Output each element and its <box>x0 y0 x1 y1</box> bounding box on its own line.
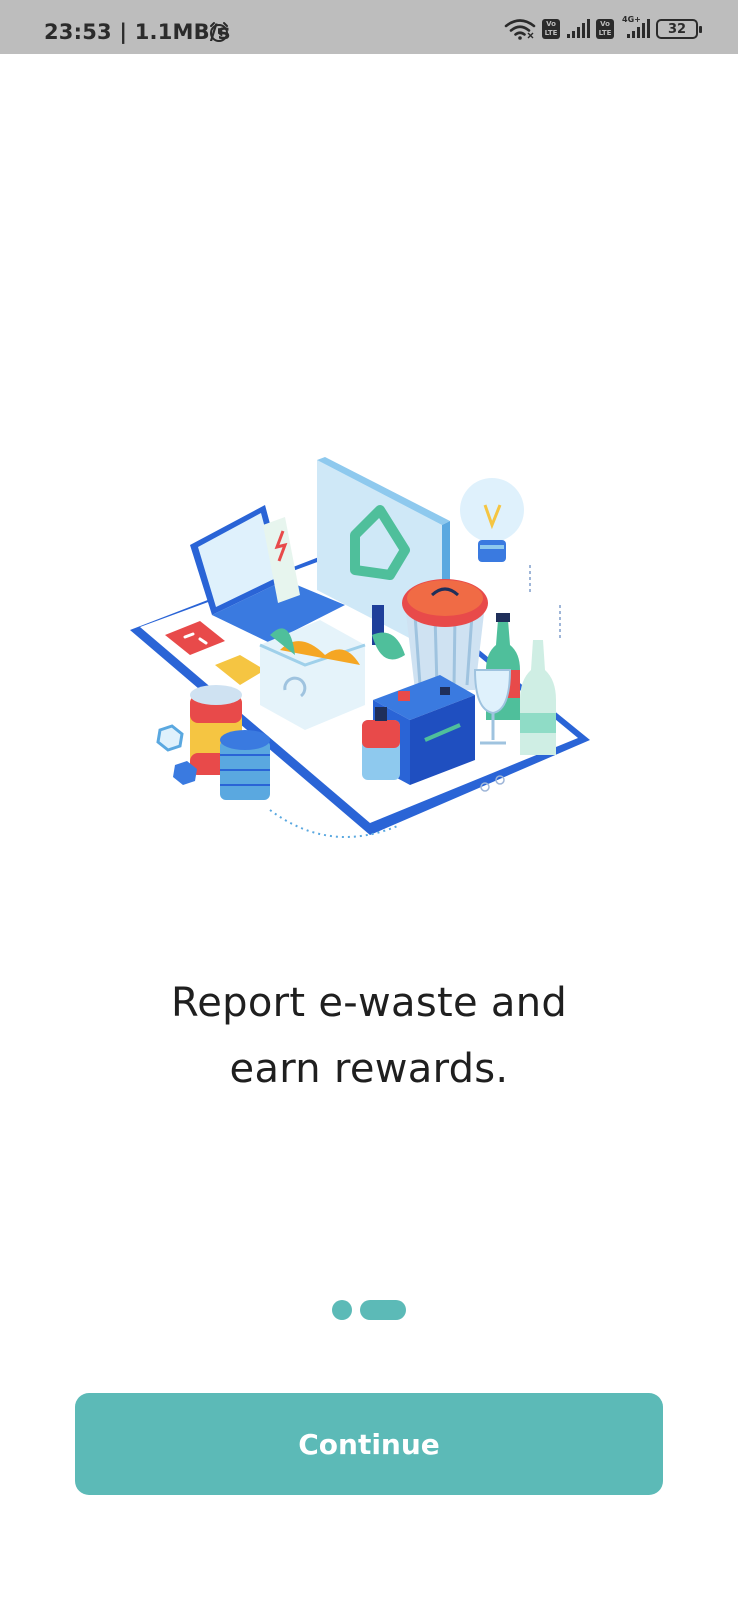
wifi-icon <box>504 18 536 40</box>
battery-level: 32 <box>667 21 687 37</box>
continue-button[interactable]: Continue <box>75 1393 663 1495</box>
volte-badge-sim1: Vo LTE <box>542 19 560 39</box>
ewaste-illustration <box>130 457 590 838</box>
page-dot-1[interactable] <box>332 1300 352 1320</box>
headline-line-2: earn rewards. <box>229 1046 509 1092</box>
status-icons: Vo LTE Vo LTE 4G+ 32 <box>504 15 702 41</box>
status-time: 23:53 | 1.1MB/s <box>44 20 231 44</box>
status-bar: 23:53 | 1.1MB/s Vo LTE Vo LTE 4G+ 32 <box>0 0 738 54</box>
alarm-icon <box>208 21 230 48</box>
network-type: 4G+ <box>622 15 641 24</box>
signal-icon <box>566 19 590 39</box>
page-indicator <box>0 1300 738 1320</box>
battery-icon: 32 <box>656 19 702 39</box>
page-dot-2-active[interactable] <box>360 1300 406 1320</box>
signal-4g-icon: 4G+ <box>620 15 650 39</box>
volte-badge-sim2: Vo LTE <box>596 19 614 39</box>
onboarding-headline: Report e-waste and earn rewards. <box>0 970 738 1102</box>
headline-line-1: Report e-waste and <box>170 980 568 1026</box>
